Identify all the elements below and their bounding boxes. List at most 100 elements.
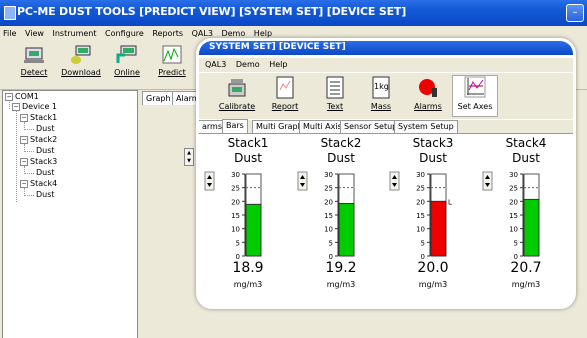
y-tick-label: 20 — [416, 198, 425, 206]
gauge-unit: mg/m3 — [326, 280, 356, 289]
report-button[interactable]: Report — [263, 76, 307, 111]
y-tick-label: 20 — [231, 198, 240, 206]
bars-chart-area: Stack1 Dust 0 5 10 15 20 25 30 18.9 mg/m3 Stack2 Dus… — [199, 133, 573, 306]
set-axes-icon — [464, 76, 486, 100]
tab-multi-axis[interactable]: Multi Axis — [299, 120, 346, 133]
y-tick-label: 15 — [509, 212, 518, 220]
calibrate-button[interactable]: Calibrate — [215, 76, 259, 111]
online-icon — [116, 45, 138, 65]
tab-system-setup[interactable]: System Setup — [394, 120, 458, 133]
zoom-toolbar: t Calibrate Report Text 1kg Mass — [199, 73, 573, 119]
window-title: PC-ME DUST TOOLS [PREDICT VIEW] [SYSTEM … — [17, 5, 407, 18]
menu-reports[interactable]: Reports — [149, 27, 186, 40]
bar-stack4 — [523, 198, 540, 257]
bg-spin-control[interactable]: ▲ ▼ — [184, 148, 194, 166]
y-tick-label: 25 — [509, 185, 518, 193]
download-button[interactable]: Download — [61, 45, 101, 77]
set-axes-button[interactable]: Set Axes — [452, 75, 498, 117]
text-button[interactable]: Text — [313, 76, 357, 111]
y-tick-label: 20 — [509, 198, 518, 206]
gauge-stack4: Stack4 Dust 0 5 10 15 20 25 30 20.7 mg/m3 — [481, 134, 571, 306]
report-icon — [274, 76, 296, 100]
app-icon — [4, 6, 16, 20]
tree-node-stack4-dust[interactable]: Dust — [36, 190, 55, 200]
partial-toolbar-button[interactable]: t — [199, 76, 213, 111]
tree-node-stack3-dust[interactable]: Dust — [36, 168, 55, 178]
tree-node-stack2[interactable]: − Stack2 — [20, 135, 57, 145]
y-tick-label: 15 — [231, 212, 240, 220]
tree-node-com1[interactable]: − COM1 — [5, 92, 39, 102]
tree-node-stack1[interactable]: − Stack1 — [20, 113, 57, 123]
gauge-stack1: Stack1 Dust 0 5 10 15 20 25 30 18.9 mg/m3 — [203, 134, 293, 306]
bar-stack3 — [430, 200, 447, 257]
detect-icon — [23, 45, 45, 65]
zoom-menu-demo[interactable]: Demo — [236, 60, 260, 69]
gauge-svg: 051015202530 — [482, 171, 540, 261]
y-tick-label: 20 — [324, 198, 333, 206]
gauge-unit: mg/m3 — [511, 280, 541, 289]
gauge-value: 18.9 — [232, 260, 264, 276]
tree-node-stack4[interactable]: − Stack4 — [20, 179, 57, 189]
predict-icon — [161, 45, 183, 65]
gauge-spin-control[interactable] — [389, 171, 400, 191]
zoom-callout: SYSTEM SET] [DEVICE SET] QAL3 Demo Help … — [196, 38, 576, 309]
gauge-stack3: Stack3 Dust 0 5 10 15 20 25 30 L 20.0 mg/m3 — [388, 134, 478, 306]
gauge-svg: 051015202530 — [297, 171, 355, 261]
detect-button[interactable]: Detect — [14, 45, 54, 77]
gauge-spin-control[interactable] — [204, 171, 215, 191]
tab-graph[interactable]: Graph — [142, 91, 175, 105]
y-tick-label: 15 — [416, 212, 425, 220]
gauge-svg: 051015202530L — [389, 171, 452, 261]
mass-icon: 1kg — [370, 76, 392, 100]
gauge-value: 20.0 — [417, 260, 449, 276]
tab-bars[interactable]: Bars — [222, 119, 248, 134]
calibrate-icon — [226, 76, 248, 100]
menu-configure[interactable]: Configure — [102, 27, 147, 40]
tree-node-stack1-dust[interactable]: Dust — [36, 124, 55, 134]
download-icon — [70, 45, 92, 65]
minimize-button[interactable]: – — [566, 4, 584, 22]
alarm-icon — [417, 76, 439, 100]
gauge-unit: mg/m3 — [233, 280, 263, 289]
tree-node-stack3[interactable]: − Stack3 — [20, 157, 57, 167]
gauge-spin-control[interactable] — [297, 171, 308, 191]
alarms-button[interactable]: Alarms — [406, 76, 450, 111]
y-tick-label: 5 — [236, 239, 240, 247]
menu-file[interactable]: File — [0, 27, 19, 40]
y-tick-label: 10 — [231, 226, 240, 234]
zoom-menu-help[interactable]: Help — [269, 60, 287, 69]
tree-node-device[interactable]: − Device 1 — [12, 102, 57, 112]
y-tick-label: 5 — [421, 239, 425, 247]
device-tree: − COM1 − Device 1 − Stack1 Dust − Stack2 Dus… — [2, 90, 138, 338]
text-icon — [324, 76, 346, 100]
bar-stack1 — [245, 203, 262, 257]
gauge-unit: mg/m3 — [418, 280, 448, 289]
y-tick-label: 5 — [514, 239, 518, 247]
y-tick-label: 10 — [324, 226, 333, 234]
gauge-stack2: Stack2 Dust 0 5 10 15 20 25 30 19.2 mg/m3 — [296, 134, 386, 306]
gauge-svg: 051015202530 — [204, 171, 262, 261]
y-tick-label: 25 — [416, 185, 425, 193]
menu-view[interactable]: View — [22, 27, 47, 40]
tab-sensor-setup[interactable]: Sensor Setup — [340, 120, 402, 133]
gauge-spin-control[interactable] — [482, 171, 493, 191]
bar-flag-label: L — [448, 198, 452, 206]
y-tick-label: 30 — [509, 171, 518, 179]
mass-button[interactable]: 1kg Mass — [359, 76, 403, 111]
y-tick-label: 10 — [416, 226, 425, 234]
menu-instrument[interactable]: Instrument — [49, 27, 99, 40]
y-tick-label: 10 — [509, 226, 518, 234]
y-tick-label: 30 — [324, 171, 333, 179]
y-tick-label: 30 — [416, 171, 425, 179]
bar-stack2 — [338, 203, 355, 257]
zoom-menu-qal3[interactable]: QAL3 — [205, 60, 226, 69]
y-tick-label: 25 — [324, 185, 333, 193]
title-bar: PC-ME DUST TOOLS [PREDICT VIEW] [SYSTEM … — [0, 0, 587, 26]
online-button[interactable]: Online — [107, 45, 147, 77]
gauge-value: 20.7 — [510, 260, 542, 276]
y-tick-label: 5 — [329, 239, 333, 247]
tree-node-stack2-dust[interactable]: Dust — [36, 146, 55, 156]
zoom-tab-strip: arms Bars Multi Graph Multi Axis Sensor … — [199, 119, 573, 134]
predict-button[interactable]: Predict — [152, 45, 192, 77]
y-tick-label: 30 — [231, 171, 240, 179]
